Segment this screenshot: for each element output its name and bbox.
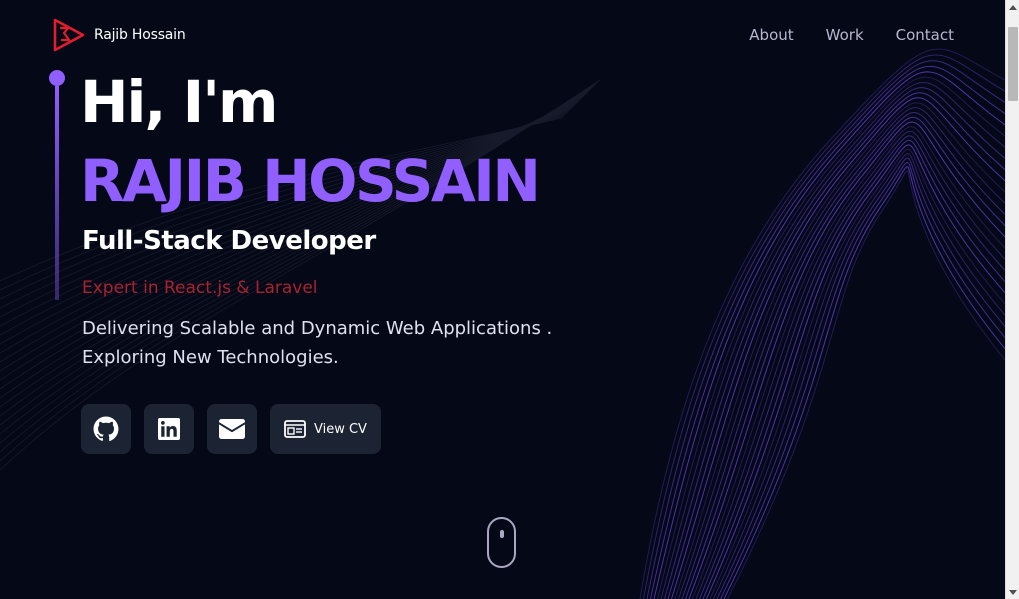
logo-icon [53, 18, 85, 52]
hero-expertise: Expert in React.js & Laravel [82, 278, 318, 298]
hero-role: Full-Stack Developer [82, 226, 376, 256]
tagline-line-2: Exploring New Technologies. [82, 347, 339, 368]
nav-link-work[interactable]: Work [826, 26, 864, 44]
scroll-down-arrow-icon[interactable] [1006, 585, 1019, 599]
nav-item-work: Work [826, 25, 864, 44]
hero-greeting: Hi, I'm [80, 68, 278, 136]
page-scrollbar[interactable] [1005, 0, 1019, 599]
email-icon [219, 419, 245, 439]
brand-link[interactable]: Rajib Hossain [53, 18, 186, 52]
scroll-up-arrow-icon[interactable] [1006, 0, 1019, 14]
document-icon [284, 420, 306, 438]
hero-name: RAJIB HOSSAIN [80, 147, 541, 215]
nav-item-contact: Contact [896, 25, 954, 44]
scrollbar-thumb[interactable] [1008, 27, 1018, 101]
nav-link-about[interactable]: About [749, 26, 793, 44]
nav-link-contact[interactable]: Contact [896, 26, 954, 44]
brand-name: Rajib Hossain [94, 27, 186, 43]
rail-line [55, 86, 59, 300]
linkedin-icon [158, 418, 180, 440]
scroll-down-indicator[interactable] [487, 517, 516, 568]
hero-actions: View CV [81, 404, 381, 454]
view-cv-label: View CV [314, 421, 367, 437]
github-icon [93, 416, 119, 442]
linkedin-button[interactable] [144, 404, 194, 454]
nav-links: About Work Contact [749, 25, 954, 44]
mouse-wheel-icon [500, 530, 504, 538]
tagline-line-1: Delivering Scalable and Dynamic Web Appl… [82, 318, 553, 339]
hero-tagline: Delivering Scalable and Dynamic Web Appl… [82, 314, 552, 372]
nav-item-about: About [749, 25, 793, 44]
navbar: Rajib Hossain About Work Contact [0, 0, 1005, 70]
rail-dot [49, 70, 65, 86]
hero-rail [49, 70, 65, 300]
view-cv-button[interactable]: View CV [270, 404, 381, 454]
page: Rajib Hossain About Work Contact Hi, I'm… [0, 0, 1005, 599]
email-button[interactable] [207, 404, 257, 454]
github-button[interactable] [81, 404, 131, 454]
